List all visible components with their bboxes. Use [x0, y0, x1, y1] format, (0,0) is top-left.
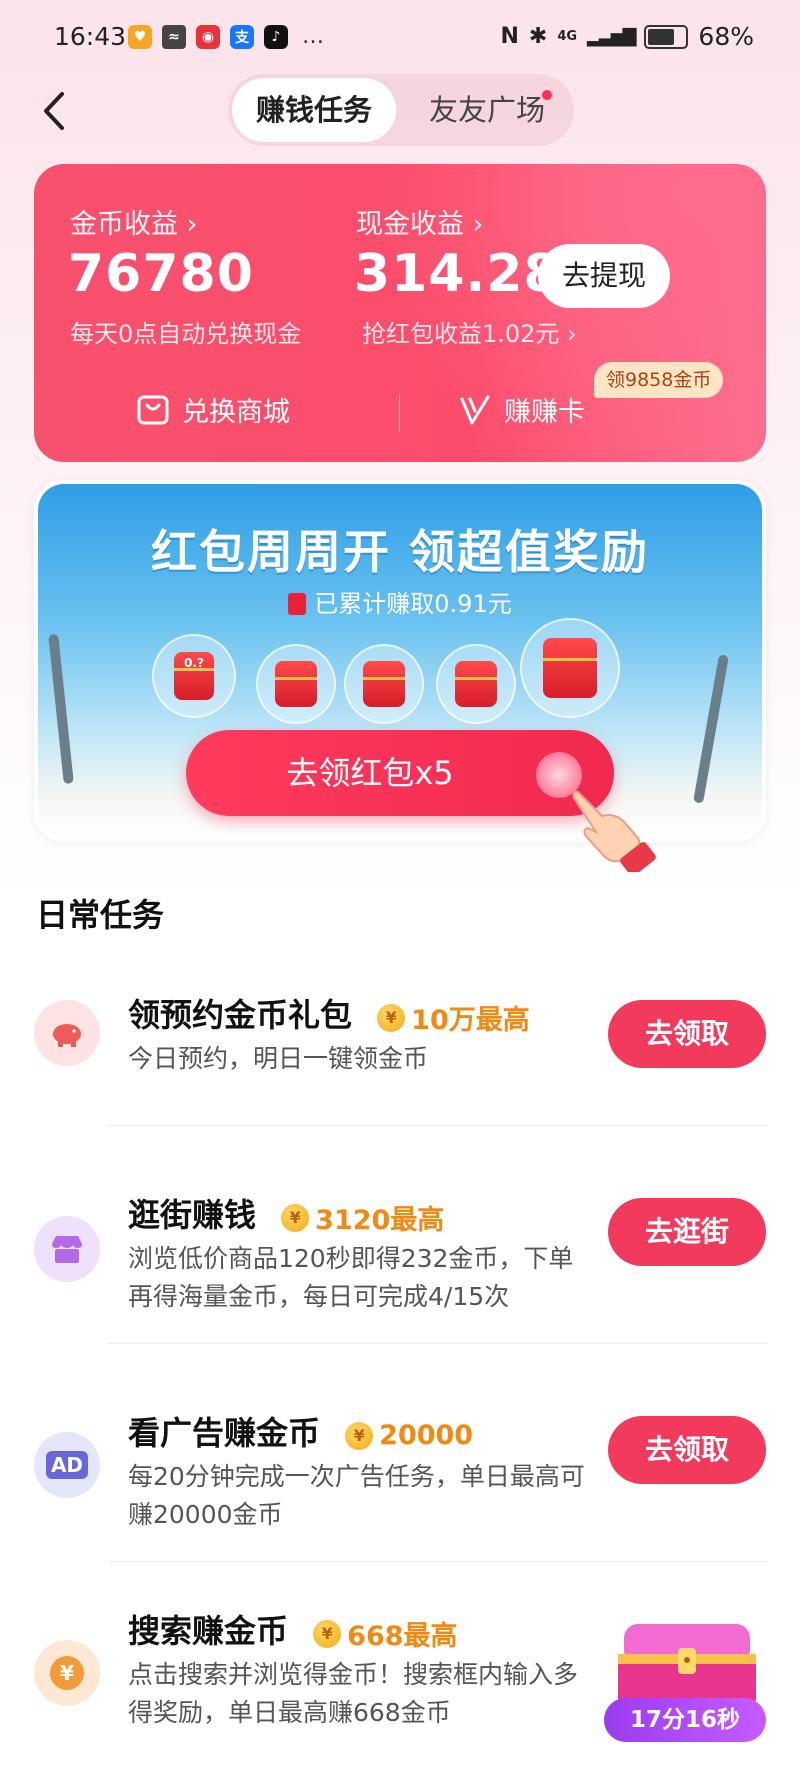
task-title: 领预约金币礼包 [128, 996, 353, 1034]
alipay-icon: 支 [230, 24, 254, 49]
shop-bag-icon [137, 395, 169, 424]
task-reward-value: 3120最高 [315, 1205, 445, 1236]
nfc-icon: N [500, 24, 519, 49]
task-title-row: 逛街赚钱 ¥3120最高 [128, 1190, 444, 1237]
earn-card-button[interactable]: 赚赚卡 [458, 390, 585, 429]
task-title-row: 看广告赚金币 ¥20000 [128, 1408, 473, 1454]
red-packet-icon [363, 661, 405, 707]
coin-icon: ¥ [313, 1619, 342, 1648]
task-reward: ¥10万最高 [377, 998, 530, 1037]
coin-income-value: 76780 [68, 244, 254, 304]
palm-tree-icon [48, 633, 74, 785]
palm-tree-icon [693, 654, 729, 804]
tab-friends-square[interactable]: 友友广场 [412, 78, 562, 142]
task-desc: 浏览低价商品120秒即得232金币，下单再得海量金币，每日可完成4/15次 [128, 1244, 574, 1311]
tab-earn-tasks[interactable]: 赚钱任务 [232, 78, 396, 142]
unread-dot [542, 90, 552, 100]
red-packet-bubble: 0.? [152, 634, 236, 718]
task-title: 搜索赚金币 [128, 1612, 289, 1650]
banner-subtitle-row: 已累计赚取0.91元 [38, 584, 762, 619]
coin-income-link[interactable]: 金币收益 › [70, 202, 197, 241]
task-desc: 今日预约，明日一键领金币 [128, 1044, 429, 1073]
red-packet-bubble [436, 644, 516, 724]
red-packet-bubble [344, 644, 424, 724]
task-desc: 点击搜索并浏览得金币！搜索框内输入多得奖励，单日最高赚668金币 [128, 1660, 579, 1727]
battery-percent: 68% [698, 22, 754, 51]
coin-icon: ¥ [377, 1003, 406, 1032]
piggy-bank-icon [34, 1000, 100, 1066]
divider [108, 1343, 768, 1344]
status-time: 16:43 [54, 22, 127, 51]
pointing-hand-icon [572, 790, 656, 872]
shop-icon [34, 1216, 100, 1282]
red-packet-icon [455, 661, 497, 707]
withdraw-button[interactable]: 去提现 [538, 244, 670, 308]
earnings-card: 金币收益 › 76780 每天0点自动兑换现金 现金收益 › 314.28 抢红… [34, 164, 766, 462]
task-reward: ¥3120最高 [281, 1198, 444, 1237]
claim-button[interactable]: 去领取 [608, 1416, 766, 1484]
exchange-shop-button[interactable]: 兑换商城 [136, 390, 290, 429]
daily-tasks-title: 日常任务 [36, 896, 165, 934]
earn-card-badge: 领9858金币 [594, 362, 724, 398]
task-reward: ¥20000 [345, 1420, 473, 1451]
red-packet-icon: 0.? [174, 652, 214, 700]
red-packet-icon [275, 661, 317, 707]
banner-subtitle: 已累计赚取0.91元 [314, 590, 512, 618]
coin-icon: ¥ [345, 1421, 374, 1450]
claim-red-packets-label: 去领红包x5 [286, 754, 454, 792]
task-title: 逛街赚钱 [128, 1196, 257, 1234]
divider [108, 1125, 768, 1126]
task-reward-value: 10万最高 [411, 1005, 530, 1036]
network-label: 4G [557, 29, 578, 44]
red-packet-income-link[interactable]: 抢红包收益1.02元 › [362, 314, 577, 349]
status-right: N ✱ 4G ▂▃▅▇ 68% [500, 22, 754, 51]
banner-title: 红包周周开 领超值奖励 [150, 525, 649, 579]
packet-amount: 0.? [184, 656, 204, 670]
bluetooth-icon: ✱ [528, 24, 548, 49]
signal-icon: ▂▃▅▇ [587, 26, 636, 47]
task-reward-value: 668最高 [347, 1621, 458, 1652]
ad-icon: AD [34, 1432, 100, 1498]
task-desc: 每20分钟完成一次广告任务，单日最高可赚20000金币 [128, 1462, 585, 1529]
exchange-shop-label: 兑换商城 [182, 397, 290, 428]
red-packet-bubble [256, 644, 336, 724]
v-card-icon [460, 395, 490, 424]
treasure-timer: 17分16秒 [604, 1698, 766, 1742]
tiktok-icon: ♪ [264, 24, 288, 49]
chevron-left-icon [44, 92, 64, 130]
back-button[interactable] [34, 86, 74, 136]
yen-coin-icon: ¥ [34, 1640, 100, 1706]
app-notification-icon: ≈ [162, 24, 186, 49]
cash-income-value: 314.28 [354, 244, 561, 304]
task-reward-value: 20000 [379, 1420, 474, 1451]
weibo-icon: ◉ [196, 24, 220, 49]
battery-icon [644, 24, 689, 49]
more-notifications-icon: … [302, 24, 324, 49]
go-shopping-button[interactable]: 去逛街 [608, 1198, 766, 1266]
divider [108, 1561, 768, 1562]
coin-icon: ¥ [281, 1203, 310, 1232]
earn-card-label: 赚赚卡 [504, 397, 585, 428]
notification-icons: ♥ ≈ ◉ 支 ♪ … [128, 24, 324, 49]
red-packet-icon [288, 593, 307, 615]
cash-income-link[interactable]: 现金收益 › [356, 202, 483, 241]
status-bar: 16:43 ♥ ≈ ◉ 支 ♪ … N ✱ 4G ▂▃▅▇ 68% [0, 0, 800, 78]
task-reward: ¥668最高 [313, 1614, 458, 1653]
coin-income-note: 每天0点自动兑换现金 [70, 320, 302, 348]
ad-icon-label: AD [45, 1451, 89, 1479]
task-title-row: 搜索赚金币 ¥668最高 [128, 1606, 458, 1653]
task-title: 看广告赚金币 [128, 1414, 321, 1452]
red-packet-bubble [520, 618, 620, 718]
red-packet-icon [543, 638, 597, 698]
app-notification-icon: ♥ [128, 24, 152, 49]
claim-button[interactable]: 去领取 [608, 1000, 766, 1068]
yen-coin-label: ¥ [50, 1656, 84, 1690]
card-divider [399, 394, 400, 432]
task-title-row: 领预约金币礼包 ¥10万最高 [128, 990, 530, 1037]
top-tabs: 赚钱任务 友友广场 [228, 74, 574, 146]
